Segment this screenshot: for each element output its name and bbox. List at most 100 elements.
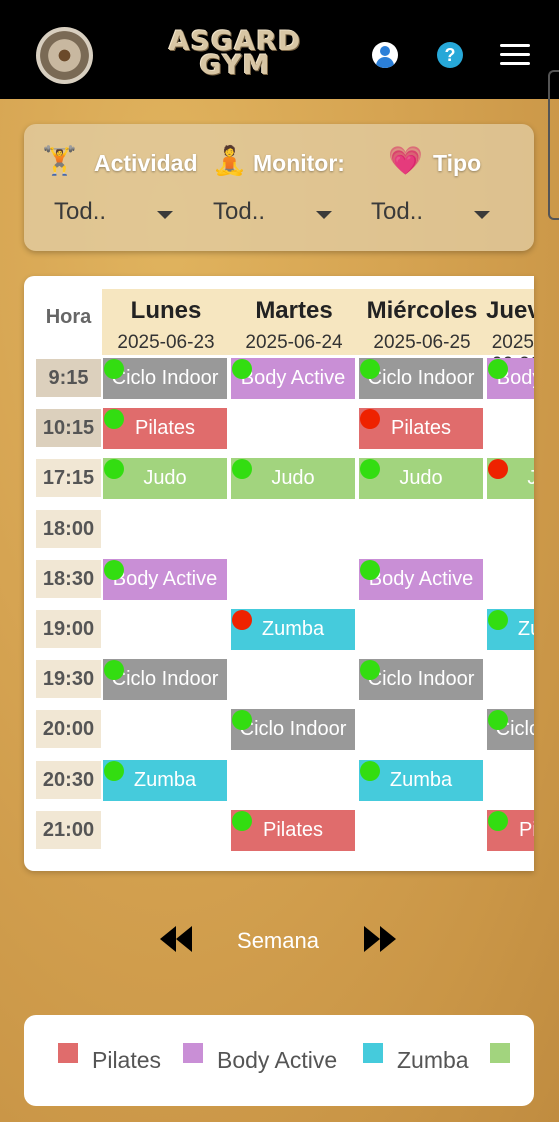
time-cell: 17:15 [36, 459, 101, 497]
availability-dot-icon [104, 560, 124, 580]
schedule-table: Hora Lunes 2025-06-23 Martes 2025-06-24 Miér… [24, 276, 534, 871]
availability-dot-icon [360, 660, 380, 680]
page-scrollbar[interactable] [548, 70, 559, 220]
availability-dot-icon [360, 359, 380, 379]
day-header: Martes 2025-06-24 [230, 289, 358, 355]
legend-swatch [490, 1043, 510, 1063]
time-cell: 20:00 [36, 710, 101, 748]
availability-dot-icon [360, 409, 380, 429]
hour-column-header: Hora [45, 306, 92, 328]
time-cell: 10:15 [36, 409, 101, 447]
user-icon[interactable] [372, 42, 398, 68]
legend-label: Zumba [397, 1047, 469, 1073]
filter-label-monitor: Monitor: [253, 150, 345, 176]
chevron-down-icon [157, 211, 173, 219]
day-header: Lunes 2025-06-23 [102, 289, 230, 355]
fast-rewind-icon[interactable] [158, 926, 194, 952]
class-slot[interactable]: Ciclo Indoor [359, 358, 483, 399]
heart-pulse-icon: 💗 [388, 145, 423, 176]
monitor-select[interactable]: Tod.. [213, 198, 338, 232]
user-icon-head [380, 46, 390, 56]
day-name: Lunes [130, 297, 202, 324]
day-name: Martes [255, 297, 333, 324]
availability-dot-icon [488, 610, 508, 630]
time-cell: 20:30 [36, 761, 101, 799]
class-slot[interactable]: Pilates [231, 810, 355, 851]
legend-swatch [363, 1043, 383, 1063]
tipo-select-value: Tod.. [371, 198, 424, 225]
class-slot[interactable]: Zumba [359, 760, 483, 801]
legend-swatch [183, 1043, 203, 1063]
actividad-select[interactable]: Tod.. [54, 198, 179, 232]
filters-panel: 🏋️ Actividad Tod.. 🧘 Monitor: Tod.. 💗 Ti… [24, 124, 534, 251]
availability-dot-icon [104, 409, 124, 429]
activity-legend: Pilates Body Active Zumba [24, 1015, 534, 1106]
availability-dot-icon [488, 811, 508, 831]
availability-dot-icon [232, 710, 252, 730]
class-slot[interactable]: Body Active [359, 559, 483, 600]
class-slot[interactable]: Judo [231, 458, 355, 499]
availability-dot-icon [488, 459, 508, 479]
day-header: Jueves2025-06-26 [486, 289, 534, 375]
class-slot[interactable]: Judo [487, 458, 534, 499]
filter-monitor: 🧘 Monitor: Tod.. [212, 124, 382, 251]
hamburger-menu-icon[interactable] [500, 44, 530, 66]
day-name: Miércoles [366, 297, 478, 324]
class-slot[interactable]: Ciclo Indoor [487, 709, 534, 750]
class-slot[interactable]: Ciclo Indoor [103, 659, 227, 700]
availability-dot-icon [232, 610, 252, 630]
class-slot[interactable]: Body Active [103, 559, 227, 600]
availability-dot-icon [232, 459, 252, 479]
legend-label: Body Active [217, 1047, 338, 1073]
legend-label: Pilates [92, 1047, 162, 1073]
time-cell: 18:30 [36, 560, 101, 598]
time-cell: 18:00 [36, 510, 101, 548]
availability-dot-icon [104, 459, 124, 479]
class-slot[interactable]: Judo [359, 458, 483, 499]
fast-forward-icon[interactable] [362, 926, 398, 952]
time-cell: 9:15 [36, 359, 101, 397]
week-label: Semana [237, 928, 319, 953]
user-icon-body [376, 57, 394, 68]
chevron-down-icon [316, 211, 332, 219]
class-slot[interactable]: Ciclo Indoor [231, 709, 355, 750]
availability-dot-icon [488, 710, 508, 730]
day-date: 2025-06-25 [373, 332, 471, 353]
monitor-select-value: Tod.. [213, 198, 266, 225]
class-slot[interactable]: Body Active [231, 358, 355, 399]
gym-emblem-logo[interactable] [36, 27, 93, 84]
week-navigation: Semana [0, 920, 559, 960]
availability-dot-icon [232, 811, 252, 831]
availability-dot-icon [360, 560, 380, 580]
class-slot[interactable]: Pilates [103, 408, 227, 449]
day-date: 2025-06-24 [245, 332, 343, 353]
time-cell: 19:00 [36, 610, 101, 648]
app-header: ASGARD GYM ? [0, 0, 559, 99]
class-slot[interactable]: Zumba [487, 609, 534, 650]
brand-title[interactable]: ASGARD GYM [140, 28, 330, 79]
availability-dot-icon [488, 359, 508, 379]
availability-dot-icon [104, 761, 124, 781]
availability-dot-icon [360, 459, 380, 479]
class-slot[interactable]: Pilates [487, 810, 534, 851]
class-slot[interactable]: Body Active [487, 358, 534, 399]
chevron-down-icon [474, 211, 490, 219]
help-icon[interactable]: ? [437, 42, 463, 68]
filter-label-tipo: Tipo [433, 150, 482, 176]
availability-dot-icon [104, 359, 124, 379]
time-cell: 21:00 [36, 811, 101, 849]
class-slot[interactable]: Ciclo Indoor [359, 659, 483, 700]
class-slot[interactable]: Ciclo Indoor [103, 358, 227, 399]
legend-swatch [58, 1043, 78, 1063]
availability-dot-icon [104, 660, 124, 680]
tipo-select[interactable]: Tod.. [371, 198, 496, 232]
class-slot[interactable]: Pilates [359, 408, 483, 449]
class-slot[interactable]: Zumba [103, 760, 227, 801]
day-date: 2025-06-23 [117, 332, 215, 353]
availability-dot-icon [360, 761, 380, 781]
filter-tipo: 💗 Tipo Tod.. [371, 124, 528, 251]
class-slot[interactable]: Judo [103, 458, 227, 499]
class-slot[interactable]: Zumba [231, 609, 355, 650]
day-header: Miércoles 2025-06-25 [358, 289, 486, 355]
filter-actividad: 🏋️ Actividad Tod.. [42, 124, 212, 251]
